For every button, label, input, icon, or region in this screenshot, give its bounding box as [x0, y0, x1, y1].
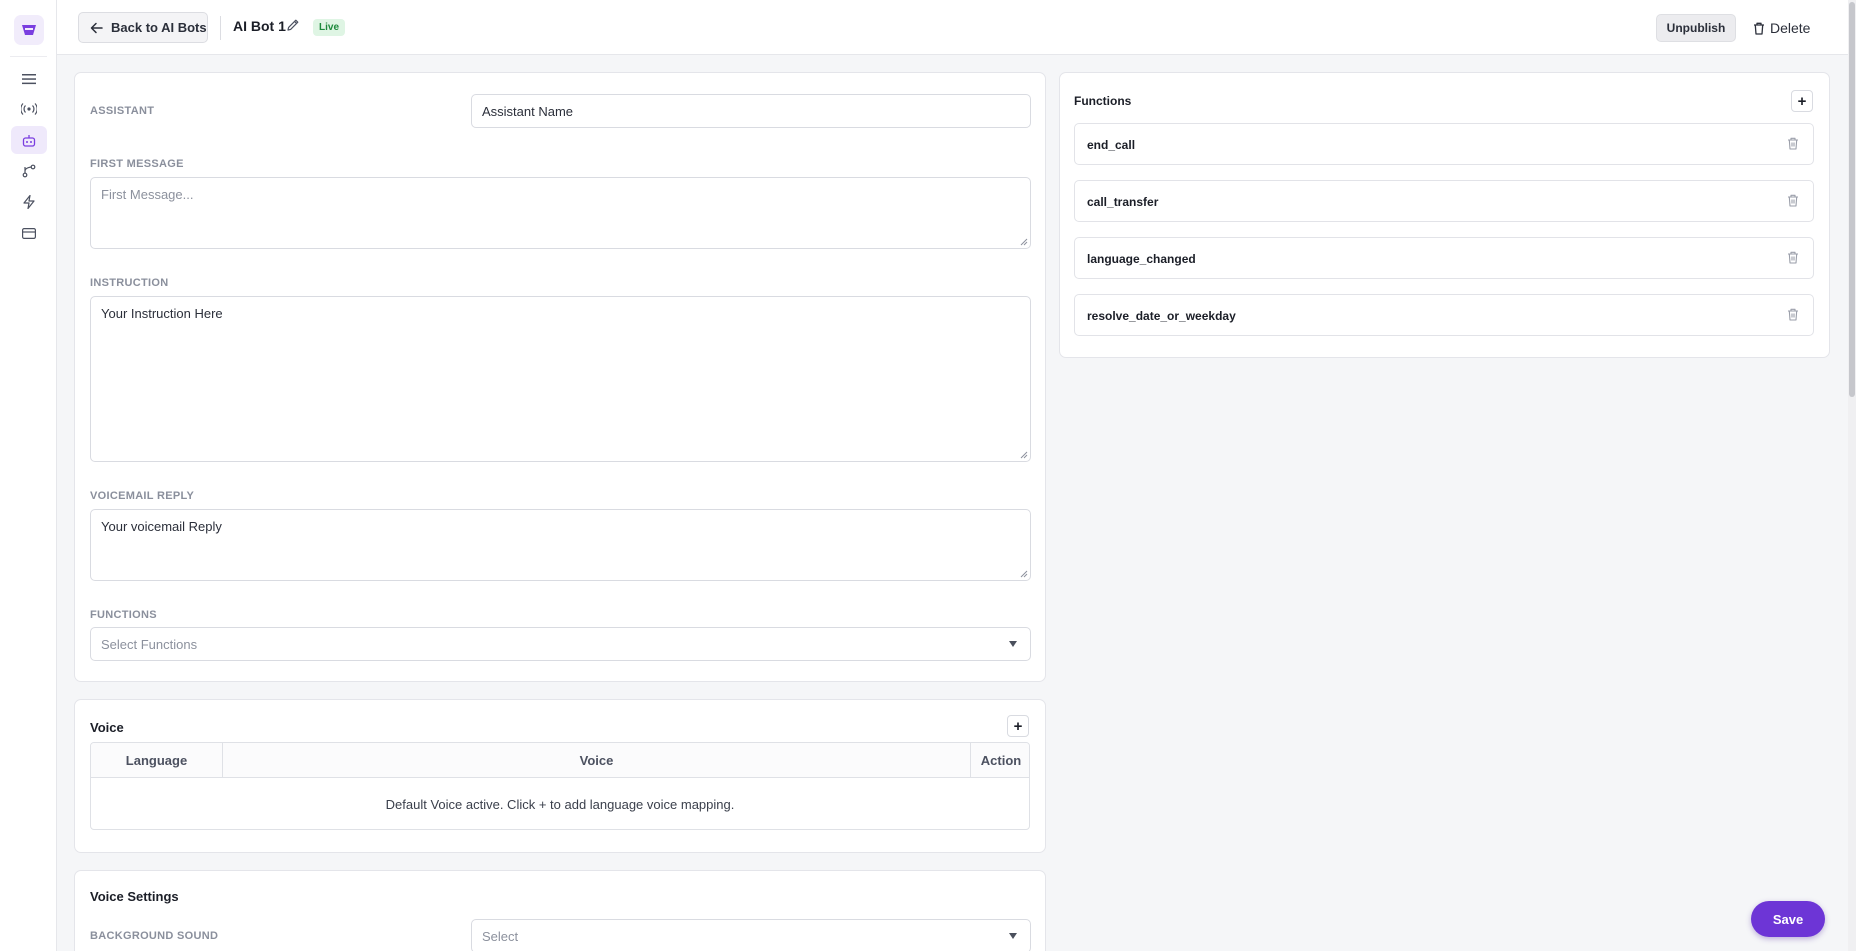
- column-voice: Voice: [579, 753, 614, 768]
- functions-select[interactable]: Select Functions: [90, 627, 1031, 661]
- resize-grip-icon[interactable]: [1020, 451, 1028, 459]
- voice-settings-title: Voice Settings: [90, 889, 179, 904]
- menu-icon[interactable]: [11, 65, 47, 93]
- functions-panel: Functions + end_call call_transfer langu…: [1059, 72, 1830, 358]
- first-message-textarea[interactable]: First Message...: [90, 177, 1031, 249]
- broadcast-icon[interactable]: [11, 95, 47, 123]
- trash-icon[interactable]: [1787, 251, 1799, 264]
- trash-icon: [1754, 22, 1764, 35]
- background-sound-placeholder: Select: [482, 928, 519, 944]
- sidebar-divider: [10, 56, 47, 57]
- resize-grip-icon[interactable]: [1020, 570, 1028, 578]
- column-action: Action: [980, 753, 1022, 768]
- card-icon[interactable]: [11, 219, 47, 247]
- assistant-name-input[interactable]: Assistant Name: [471, 94, 1031, 128]
- flow-icon[interactable]: [11, 157, 47, 185]
- functions-label: FUNCTIONS: [90, 609, 157, 621]
- function-name: call_transfer: [1087, 195, 1159, 209]
- delete-button[interactable]: Delete: [1753, 14, 1821, 42]
- voice-table: Language Voice Action Default Voice acti…: [90, 742, 1030, 830]
- back-to-ai-bots-button[interactable]: Back to AI Bots: [78, 12, 208, 43]
- lightning-icon[interactable]: [11, 188, 47, 216]
- topbar-divider: [220, 16, 221, 40]
- voice-card: Voice + Language Voice Action Default Vo…: [74, 699, 1046, 853]
- background-sound-label: BACKGROUND SOUND: [90, 930, 219, 942]
- unpublish-button[interactable]: Unpublish: [1656, 14, 1736, 42]
- column-language: Language: [125, 753, 188, 768]
- top-bar: Back to AI Bots AI Bot 1 Live Unpublish …: [57, 0, 1848, 55]
- caret-down-icon: [1009, 933, 1017, 939]
- voice-table-empty-message: Default Voice active. Click + to add lan…: [385, 796, 735, 812]
- voice-settings-card: Voice Settings BACKGROUND SOUND Select: [74, 870, 1046, 951]
- voicemail-reply-label: VOICEMAIL REPLY: [90, 490, 195, 502]
- voice-title: Voice: [90, 720, 124, 735]
- trash-icon[interactable]: [1787, 194, 1799, 207]
- instruction-value: Your Instruction Here: [101, 306, 223, 321]
- assistant-label: ASSISTANT: [90, 105, 155, 117]
- function-item[interactable]: language_changed: [1074, 237, 1814, 279]
- background-sound-select[interactable]: Select: [471, 919, 1031, 951]
- scrollbar-thumb[interactable]: [1849, 2, 1855, 397]
- arrow-left-icon: [90, 22, 103, 33]
- function-item[interactable]: end_call: [1074, 123, 1814, 165]
- caret-down-icon: [1009, 641, 1017, 647]
- status-badge: Live: [313, 19, 346, 36]
- function-name: language_changed: [1087, 252, 1196, 266]
- function-item[interactable]: call_transfer: [1074, 180, 1814, 222]
- save-button[interactable]: Save: [1751, 901, 1825, 937]
- add-function-button[interactable]: +: [1791, 90, 1813, 112]
- function-name: end_call: [1087, 138, 1136, 152]
- functions-select-placeholder: Select Functions: [101, 636, 198, 652]
- functions-panel-title: Functions: [1074, 94, 1132, 108]
- instruction-textarea[interactable]: Your Instruction Here: [90, 296, 1031, 462]
- trash-icon[interactable]: [1787, 137, 1799, 150]
- back-button-label: Back to AI Bots: [111, 20, 207, 35]
- bot-icon[interactable]: [11, 126, 47, 154]
- delete-button-label: Delete: [1770, 20, 1811, 36]
- add-voice-button[interactable]: +: [1007, 715, 1029, 737]
- instruction-label: INSTRUCTION: [90, 277, 169, 289]
- sidebar: [0, 0, 57, 951]
- trash-icon[interactable]: [1787, 308, 1799, 321]
- function-item[interactable]: resolve_date_or_weekday: [1074, 294, 1814, 336]
- bot-name: AI Bot 1: [233, 18, 286, 34]
- voicemail-reply-value: Your voicemail Reply: [101, 519, 222, 534]
- voice-table-header: Language Voice Action: [91, 743, 1029, 778]
- voicemail-reply-textarea[interactable]: Your voicemail Reply: [90, 509, 1031, 581]
- pencil-icon[interactable]: [286, 18, 300, 35]
- first-message-placeholder: First Message...: [101, 187, 194, 202]
- app-logo-icon[interactable]: [14, 15, 44, 45]
- first-message-label: FIRST MESSAGE: [90, 158, 184, 170]
- resize-grip-icon[interactable]: [1020, 238, 1028, 246]
- assistant-card: ASSISTANT Assistant Name FIRST MESSAGE F…: [74, 72, 1046, 682]
- function-name: resolve_date_or_weekday: [1087, 309, 1236, 323]
